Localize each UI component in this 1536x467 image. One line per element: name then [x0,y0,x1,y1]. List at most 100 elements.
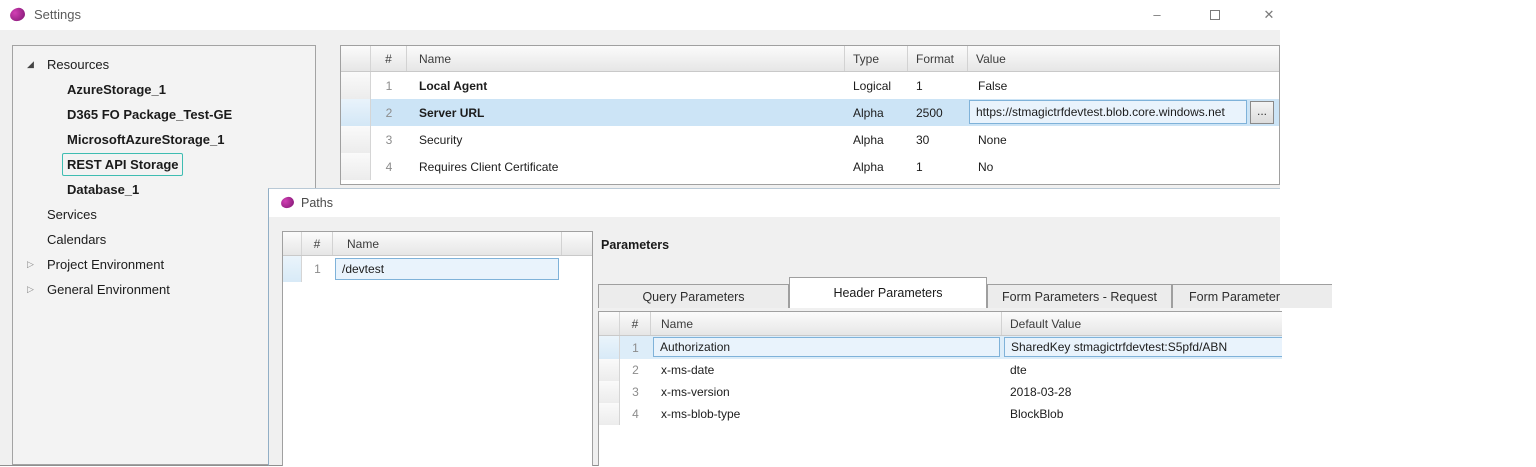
paths-titlebar[interactable]: Paths [269,189,1280,217]
window-title: Settings [34,7,81,22]
table-row-requires-client-certificate[interactable]: 4 Requires Client Certificate Alpha 1 No [341,153,1279,180]
expand-icon[interactable]: ▷ [27,277,41,302]
row-gutter[interactable] [599,336,620,359]
tree-item-label: MicrosoftAzureStorage_1 [67,132,225,147]
row-num: 3 [385,132,393,147]
settings-properties-table: # Name Type Format Value 1 Local Agent L… [340,45,1280,185]
param-value[interactable]: BlockBlob [1002,403,1282,425]
row-num: 3 [632,385,639,399]
header-gutter [283,232,302,255]
prop-value[interactable]: No [968,153,1279,180]
parameters-section-label: Parameters [601,238,670,252]
prop-value[interactable]: None [968,126,1279,153]
tree-item-label: D365 FO Package_Test-GE [67,107,233,122]
row-gutter[interactable] [341,153,371,180]
table-row-x-ms-version[interactable]: 3 x-ms-version 2018-03-28 [599,381,1282,403]
row-gutter[interactable] [283,256,302,282]
row-gutter[interactable] [599,359,620,381]
tree-item-label-selected: REST API Storage [62,153,184,176]
close-button[interactable]: ✕ [1252,0,1286,30]
param-value[interactable]: 2018-03-28 [1002,381,1282,403]
tree-item-label: Project Environment [47,257,165,272]
paths-table: # Name 1 /devtest [282,231,593,466]
path-name-cell: /devtest [333,256,592,282]
header-name[interactable]: Name [651,312,1002,335]
param-name: x-ms-version [661,385,730,399]
param-value[interactable]: dte [1002,359,1282,381]
row-num: 2 [385,105,393,120]
close-icon: ✕ [1263,7,1275,22]
table-row-authorization[interactable]: 1 Authorization SharedKey stmagictrfdevt… [599,336,1282,359]
header-name[interactable]: Name [407,46,845,71]
table-row-devtest[interactable]: 1 /devtest [283,256,592,282]
param-name: x-ms-date [661,363,715,377]
header-type[interactable]: Type [845,46,908,71]
tab-form-parameters-clipped[interactable]: Form Parameter [1172,284,1332,308]
header-parameters-table: # Name Default Value 1 Authorization Sha… [598,311,1282,466]
expand-icon[interactable]: ▷ [27,252,41,277]
tab-label: Query Parameters [642,289,745,304]
prop-format: 2500 [916,105,943,120]
table-row-security[interactable]: 3 Security Alpha 30 None [341,126,1279,153]
paths-window-title: Paths [301,196,333,210]
table-row-local-agent[interactable]: 1 Local Agent Logical 1 False [341,72,1279,99]
maximize-icon [1210,10,1220,20]
minimize-icon: – [1153,7,1161,22]
table-row-server-url[interactable]: 2 Server URL Alpha 2500 https://stmagict… [341,99,1279,126]
tree-item-rest-api-storage[interactable]: REST API Storage [13,152,315,177]
param-name-input[interactable]: Authorization [653,337,1000,357]
prop-type: Alpha [853,132,884,147]
row-gutter[interactable] [341,126,371,153]
header-num[interactable]: # [371,46,407,71]
param-value-input[interactable]: SharedKey stmagictrfdevtest:S5pfd/ABN [1004,337,1282,357]
tree-item-label: Services [47,207,97,222]
tab-label: Header Parameters [833,286,943,300]
app-logo-icon [280,196,295,209]
row-gutter[interactable] [341,72,371,99]
row-gutter[interactable] [599,403,620,425]
row-num: 1 [385,78,393,93]
tree-item-label: Calendars [47,232,107,247]
header-num[interactable]: # [620,312,651,335]
settings-titlebar[interactable]: Settings – ✕ [0,0,1280,30]
param-name: x-ms-blob-type [661,407,741,421]
row-num: 4 [632,407,639,421]
row-num: 2 [632,363,639,377]
server-url-input[interactable]: https://stmagictrfdevtest.blob.core.wind… [969,100,1247,124]
row-gutter[interactable] [599,381,620,403]
collapse-icon[interactable]: ◢ [27,52,41,77]
maximize-button[interactable] [1198,0,1232,30]
tab-query-parameters[interactable]: Query Parameters [598,284,789,308]
prop-value-cell: https://stmagictrfdevtest.blob.core.wind… [968,99,1279,126]
tree-item-microsoftazurestorage-1[interactable]: MicrosoftAzureStorage_1 [13,127,315,152]
prop-value[interactable]: False [968,72,1279,99]
header-num[interactable]: # [302,232,333,255]
tree-item-resources[interactable]: ◢ Resources [13,52,315,77]
prop-format: 1 [916,78,923,93]
tree-item-d365-fo-package-test-ge[interactable]: D365 FO Package_Test-GE [13,102,315,127]
prop-type: Logical [853,78,892,93]
row-gutter[interactable] [341,99,371,126]
header-format[interactable]: Format [908,46,968,71]
row-num: 1 [314,262,321,276]
table-row-x-ms-blob-type[interactable]: 4 x-ms-blob-type BlockBlob [599,403,1282,425]
tree-item-label: Resources [47,57,110,72]
minimize-button[interactable]: – [1140,0,1174,30]
header-gutter [599,312,620,335]
tab-label: Form Parameters - Request [1002,289,1157,304]
paths-window: Paths # Name 1 /devtest Parameters Query… [268,188,1332,466]
tab-form-parameters-request[interactable]: Form Parameters - Request [987,284,1172,308]
tab-header-parameters[interactable]: Header Parameters [789,277,987,308]
path-name-input[interactable]: /devtest [335,258,559,280]
browse-ellipsis-button[interactable]: ... [1250,101,1274,124]
header-value[interactable]: Value [968,46,1279,71]
tab-label: Form Parameter [1189,289,1280,304]
param-value-cell: SharedKey stmagictrfdevtest:S5pfd/ABN [1002,336,1282,359]
header-name[interactable]: Name [333,232,562,255]
prop-name: Server URL [419,105,485,120]
tree-item-label: General Environment [47,282,170,297]
table-row-x-ms-date[interactable]: 2 x-ms-date dte [599,359,1282,381]
header-default-value[interactable]: Default Value [1002,312,1282,335]
table-header-row: # Name [283,232,592,256]
tree-item-azurestorage-1[interactable]: AzureStorage_1 [13,77,315,102]
